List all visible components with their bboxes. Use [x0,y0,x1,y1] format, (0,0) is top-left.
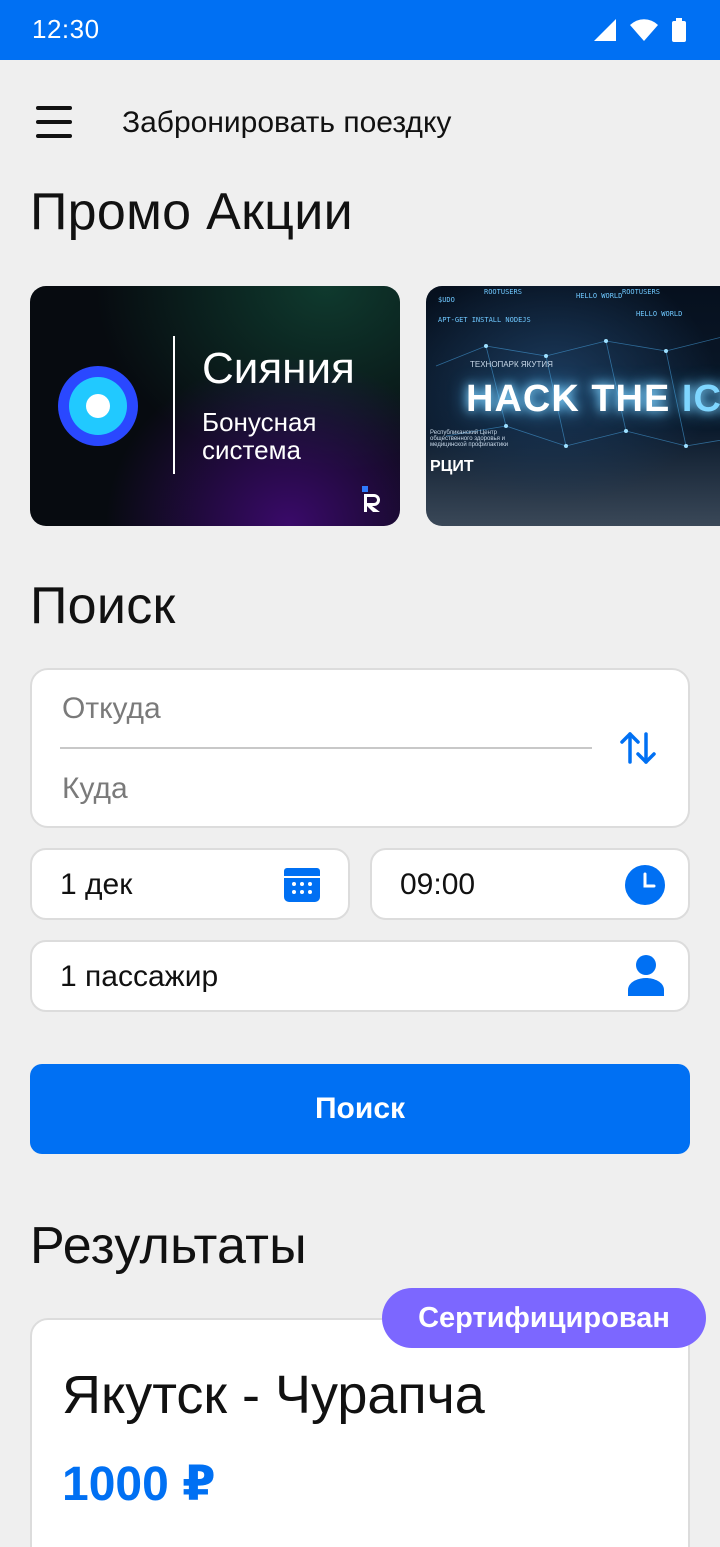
app-bar: Забронировать поездку [0,60,720,190]
hack-title: HACK THE ICE 3 [466,378,720,421]
rcit-label: РЦИТ [430,458,474,475]
hack-tag: ROOTUSERS [484,288,522,296]
technopark-label: ТЕХНОПАРК ЯКУТИЯ [470,360,553,369]
promo-card-subtitle: Бонусная система [202,407,317,465]
hack-tag: HELLO WORLD [636,310,683,318]
promo-divider [173,336,175,474]
promo-section-title: Промо Акции [30,183,353,241]
passenger-selector[interactable]: 1 пассажир [30,940,690,1012]
field-divider [60,747,592,749]
passenger-value: 1 пассажир [60,960,219,993]
battery-icon [672,18,686,42]
result-card[interactable]: Якутск - Чурапча 1000 ₽ [30,1318,690,1547]
result-price: 1000 ₽ [62,1458,216,1511]
brand-r-icon [362,486,380,512]
date-picker[interactable]: 1 дек [30,848,350,920]
promo-card-siyaniya[interactable]: Сияния Бонусная система [30,286,400,526]
hack-tag: APT-GET INSTALL NODEJS [438,316,531,324]
time-picker[interactable]: 09:00 [370,848,690,920]
status-time: 12:30 [32,14,100,44]
certified-badge: Сертифицирован [382,1288,706,1348]
search-section-title: Поиск [30,577,176,635]
app-title: Забронировать поездку [122,106,452,139]
hack-title-accent: ICE 3 [681,378,720,420]
hack-tag: ROOTUSERS [622,288,660,296]
hack-title-main: HACK THE [466,378,682,420]
status-icons [594,18,686,42]
clock-icon [625,865,665,905]
from-field[interactable]: Откуда [62,692,161,726]
person-icon [628,955,664,996]
hack-tag: $UDO [438,296,455,304]
search-button[interactable]: Поиск [30,1064,690,1154]
hack-tag: HELLO WORLD [576,292,623,300]
results-section-title: Результаты [30,1217,307,1275]
wifi-icon [630,19,658,41]
health-center-label: Республиканский Центр общественного здор… [430,430,509,448]
promo-carousel[interactable]: Сияния Бонусная система $UDO ROOTUSERS H… [30,286,720,526]
siyaniya-logo-icon [58,366,138,446]
swap-icon[interactable] [618,728,658,768]
promo-card-title: Сияния [202,344,355,393]
time-value: 09:00 [400,868,476,901]
route-input-box: Откуда Куда [30,668,690,828]
calendar-icon [284,868,320,902]
date-value: 1 дек [60,868,133,901]
to-field[interactable]: Куда [62,772,128,806]
status-bar: 12:30 [0,0,720,60]
menu-icon[interactable] [28,100,80,144]
promo-card-hack-the-ice[interactable]: $UDO ROOTUSERS HELLO WORLD HELLO WORLD A… [426,286,720,526]
signal-icon [594,19,616,41]
result-route: Якутск - Чурапча [62,1365,485,1425]
